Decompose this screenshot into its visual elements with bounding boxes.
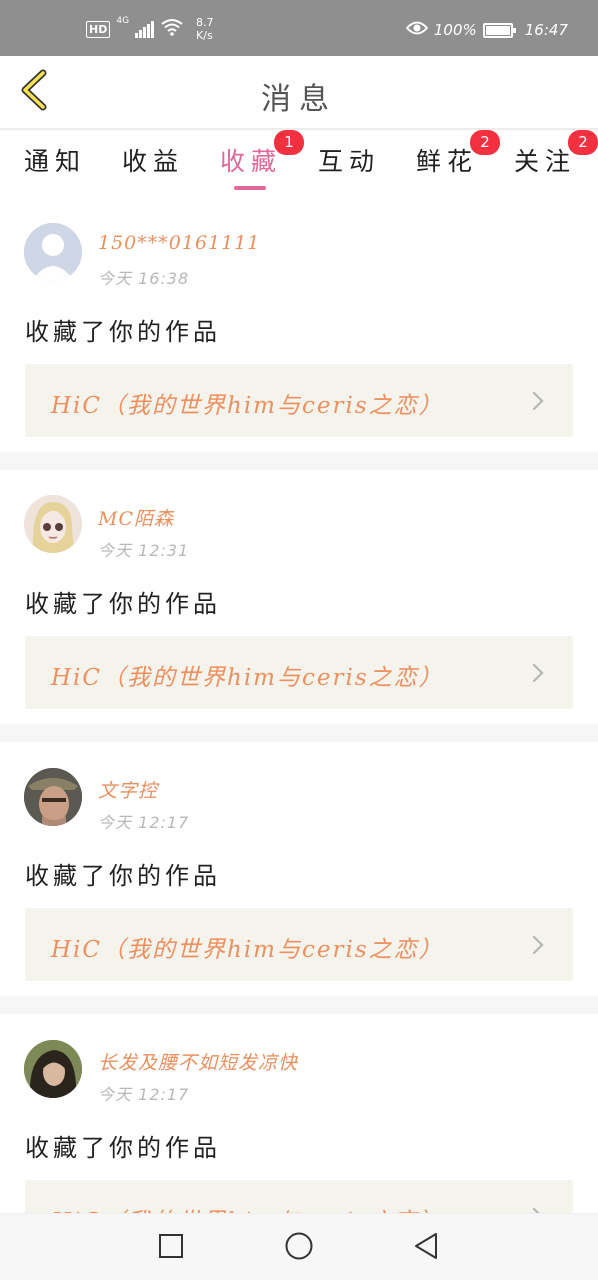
clock: 16:47: [524, 21, 568, 39]
status-right: 100% 16:47: [405, 20, 568, 40]
wifi-icon: [160, 18, 184, 40]
eye-icon: [405, 20, 429, 40]
tab-label: 鲜花: [416, 147, 479, 176]
network-speed-value: 8.7: [196, 16, 214, 29]
recent-apps-button[interactable]: [155, 1232, 187, 1264]
favorites-badge: 1: [274, 130, 304, 155]
tab-label: 收益: [122, 147, 185, 176]
timestamp: 今天 16:38: [98, 269, 190, 288]
list-item: 150***0161111 今天 16:38 收藏了你的作品 HiC（我的世界h…: [0, 194, 598, 452]
list-item: 文字控 今天 12:17 收藏了你的作品 HiC（我的世界him与ceris之恋…: [0, 742, 598, 996]
work-title: HiC（我的世界him与ceris之恋）: [51, 665, 444, 691]
app-header: 消息: [0, 56, 598, 128]
tab-bar: 通知 收益 收藏 1 互动 鲜花 2 关注 2: [0, 130, 598, 194]
back-nav-button[interactable]: [410, 1232, 442, 1264]
triangle-back-icon: [412, 1231, 440, 1265]
network-speed-unit: K/s: [196, 29, 213, 42]
flowers-badge: 2: [470, 130, 500, 155]
tab-favorites[interactable]: 收藏 1: [220, 130, 304, 192]
tab-label: 收藏: [220, 147, 283, 176]
following-badge: 2: [568, 130, 598, 155]
square-icon: [158, 1233, 184, 1263]
system-nav-bar: [0, 1213, 598, 1280]
tab-label: 互动: [318, 147, 381, 176]
action-text: 收藏了你的作品: [25, 318, 221, 346]
battery-percent: 100%: [433, 21, 477, 39]
tab-flowers[interactable]: 鲜花 2: [416, 130, 500, 192]
status-bar: HD 4G 8.7 K/s 100% 16:47: [0, 0, 598, 56]
network-type: 4G: [116, 16, 130, 26]
tab-interactions[interactable]: 互动: [318, 142, 380, 192]
page-title: 消息: [261, 82, 337, 117]
work-link[interactable]: HiC（我的世界him与ceris之恋）: [25, 908, 573, 981]
tab-label: 通知: [24, 147, 87, 176]
chevron-right-icon: [527, 934, 549, 956]
active-tab-indicator: [234, 186, 266, 190]
item-separator: [0, 996, 598, 1014]
signal-icon: [135, 20, 155, 38]
action-text: 收藏了你的作品: [25, 1134, 221, 1162]
avatar[interactable]: [24, 495, 82, 553]
home-button[interactable]: [283, 1232, 315, 1264]
avatar[interactable]: [24, 1040, 82, 1098]
work-link[interactable]: HiC（我的世界him与ceris之恋）: [25, 364, 573, 437]
status-left: HD 4G 8.7 K/s: [86, 16, 214, 42]
tab-label: 关注: [514, 147, 577, 176]
battery-icon: [482, 22, 516, 38]
timestamp: 今天 12:17: [98, 1085, 190, 1104]
action-text: 收藏了你的作品: [25, 590, 221, 618]
avatar[interactable]: [24, 768, 82, 826]
username[interactable]: 150***0161111: [98, 232, 260, 254]
network-speed: 8.7 K/s: [196, 16, 214, 42]
chevron-right-icon: [527, 390, 549, 412]
avatar[interactable]: [24, 223, 82, 281]
username[interactable]: 文字控: [98, 776, 158, 803]
hd-indicator: HD: [86, 20, 111, 38]
chevron-right-icon: [527, 662, 549, 684]
tab-following[interactable]: 关注 2: [514, 130, 598, 192]
username[interactable]: 长发及腰不如短发凉快: [98, 1048, 298, 1075]
tab-notifications[interactable]: 通知: [24, 142, 86, 192]
item-separator: [0, 724, 598, 742]
username[interactable]: MC陌森: [98, 504, 174, 531]
timestamp: 今天 12:31: [98, 541, 190, 560]
work-title: HiC（我的世界him与ceris之恋）: [51, 393, 444, 419]
tab-earnings[interactable]: 收益: [122, 142, 184, 192]
timestamp: 今天 12:17: [98, 813, 190, 832]
list-item: MC陌森 今天 12:31 收藏了你的作品 HiC（我的世界him与ceris之…: [0, 470, 598, 724]
circle-icon: [284, 1231, 314, 1265]
action-text: 收藏了你的作品: [25, 862, 221, 890]
work-title: HiC（我的世界him与ceris之恋）: [51, 937, 444, 963]
item-separator: [0, 452, 598, 470]
work-link[interactable]: HiC（我的世界him与ceris之恋）: [25, 636, 573, 709]
